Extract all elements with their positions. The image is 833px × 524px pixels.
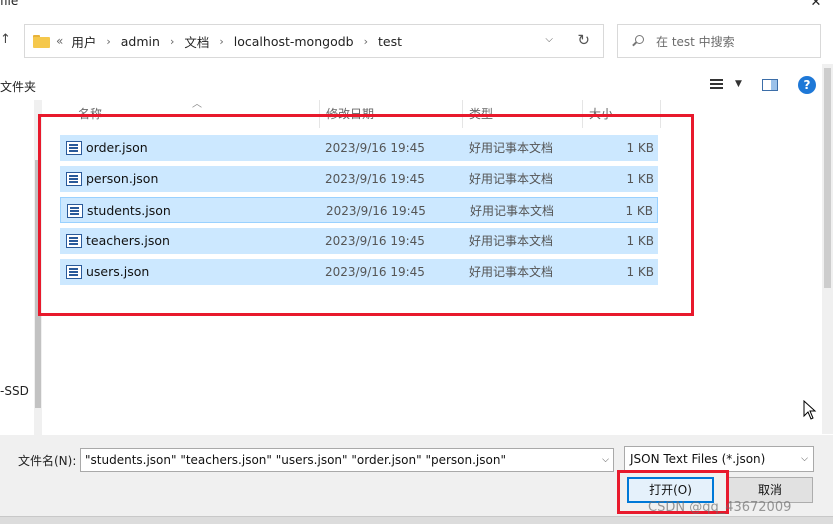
search-box[interactable]: 在 test 中搜索 [617, 24, 821, 58]
folder-icon [33, 34, 50, 48]
chevron-right-icon[interactable]: › [219, 35, 223, 48]
watermark: CSDN @qq_43672009 [648, 500, 792, 515]
search-input[interactable]: 在 test 中搜索 [656, 33, 735, 50]
new-folder-button[interactable]: 文件夹 [0, 78, 36, 95]
filename-label: 文件名(N): [18, 454, 77, 468]
breadcrumb-documents[interactable]: 文档 [184, 32, 209, 51]
view-list-icon[interactable] [710, 79, 723, 89]
breadcrumb-admin[interactable]: admin [121, 34, 160, 49]
preview-pane-icon[interactable] [762, 79, 778, 91]
up-arrow-icon[interactable]: ↑ [0, 32, 14, 52]
breadcrumb-users[interactable]: 用户 [71, 32, 96, 51]
chevron-right-icon[interactable]: › [170, 35, 174, 48]
chevron-right-icon[interactable]: › [106, 35, 110, 48]
chevron-right-icon[interactable]: › [364, 35, 368, 48]
overflow-chevron-icon[interactable]: « [56, 34, 63, 48]
filetype-value: JSON Text Files (*.json) [630, 452, 766, 466]
window-title: file [0, 0, 19, 8]
highlight-box-files [38, 114, 694, 316]
vertical-scrollbar[interactable] [822, 64, 833, 434]
command-bar: 文件夹 ▼ ? [0, 70, 833, 100]
nav-item-drive[interactable]: -SSD [0, 384, 29, 398]
chevron-down-icon[interactable]: ▼ [735, 79, 742, 89]
chevron-down-icon[interactable]: ⌵ [602, 449, 609, 471]
filename-input[interactable]: "students.json" "teachers.json" "users.j… [80, 448, 614, 472]
refresh-icon[interactable]: ↻ [577, 31, 590, 49]
chevron-down-icon[interactable]: ⌵ [545, 34, 553, 45]
search-icon [632, 35, 644, 47]
breadcrumb-test[interactable]: test [378, 34, 402, 49]
chevron-down-icon[interactable]: ⌵ [801, 447, 808, 471]
mouse-cursor-icon [803, 400, 817, 420]
title-bar: file ✕ [0, 0, 833, 18]
close-button[interactable]: ✕ [807, 0, 825, 10]
filetype-select[interactable]: JSON Text Files (*.json) ⌵ [624, 446, 814, 472]
address-bar[interactable]: « 用户 › admin › 文档 › localhost-mongodb › … [24, 24, 604, 58]
filename-value: "students.json" "teachers.json" "users.j… [85, 453, 506, 467]
scrollbar-thumb[interactable] [824, 68, 831, 288]
taskbar-strip [0, 516, 833, 524]
breadcrumb-localhost-mongodb[interactable]: localhost-mongodb [234, 34, 354, 49]
help-icon[interactable]: ? [798, 76, 816, 94]
